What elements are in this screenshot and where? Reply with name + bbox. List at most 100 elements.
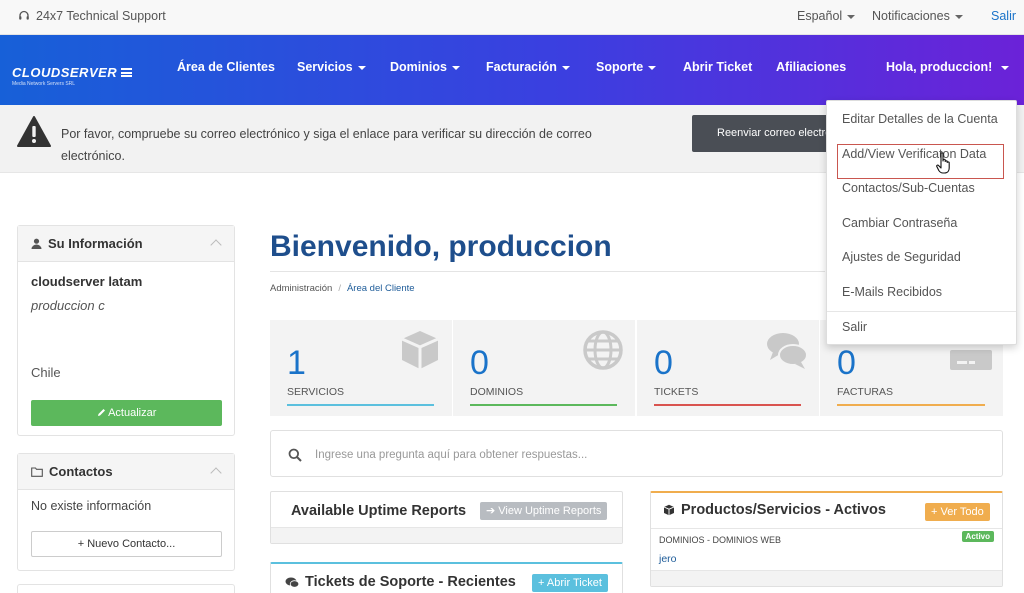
stat-value: 1: [287, 344, 306, 382]
breadcrumb-home[interactable]: Administración: [270, 283, 332, 294]
stat-domains[interactable]: 0 DOMINIOS: [453, 320, 635, 416]
chevron-down-icon: [1001, 65, 1010, 70]
card-divider: [651, 528, 1002, 529]
card-footer: [271, 527, 622, 543]
hand-pointer-icon: [936, 152, 950, 174]
stat-bar: [287, 404, 434, 406]
view-all-button[interactable]: + Ver Todo: [925, 503, 990, 521]
top-bar: 24x7 Technical Support Español Notificac…: [0, 0, 1024, 35]
nav-item-open-ticket[interactable]: Abrir Ticket: [683, 60, 752, 74]
search-icon: [288, 448, 302, 462]
chevron-up-icon[interactable]: [210, 467, 222, 479]
card-title: Tickets de Soporte - Recientes: [285, 574, 516, 590]
menu-item-edit-account[interactable]: Editar Detalles de la Cuenta: [842, 112, 998, 126]
sidebar-panel-3: [17, 584, 235, 593]
menu-item-change-password[interactable]: Cambiar Contraseña: [842, 216, 957, 230]
product-link[interactable]: jero: [659, 553, 677, 565]
menu-item-security-settings[interactable]: Ajustes de Seguridad: [842, 250, 961, 264]
pencil-icon: [97, 409, 105, 416]
stat-label: SERVICIOS: [287, 386, 344, 398]
contacts-panel: Contactos No existe información + Nuevo …: [17, 453, 235, 571]
open-ticket-button[interactable]: + Abrir Ticket: [532, 574, 608, 592]
plus-icon: +: [931, 506, 938, 518]
info-panel-header[interactable]: Su Información: [18, 226, 234, 262]
nav-item-billing[interactable]: Facturación: [486, 60, 570, 74]
arrow-right-icon: ➔: [486, 505, 496, 517]
active-products-card: Productos/Servicios - Activos + Ver Todo…: [650, 491, 1003, 587]
alert-message: Por favor, compruebe su correo electróni…: [61, 127, 592, 163]
stat-value: 0: [654, 344, 673, 382]
card-title: Available Uptime Reports: [291, 503, 467, 519]
chevron-down-icon: [954, 14, 963, 19]
company-name: cloudserver latam: [31, 274, 143, 289]
chevron-down-icon: [847, 14, 856, 19]
new-contact-button[interactable]: + Nuevo Contacto...: [31, 531, 222, 557]
language-dropdown[interactable]: Español: [797, 9, 856, 23]
breadcrumb-current: Área del Cliente: [346, 283, 415, 294]
folder-icon: [31, 466, 43, 477]
stat-label: TICKETS: [654, 386, 699, 398]
contact-name: produccion c: [31, 298, 105, 313]
stat-label: FACTURAS: [837, 386, 894, 398]
logout-link[interactable]: Salir: [991, 9, 1016, 23]
uptime-reports-card: Available Uptime Reports ➔ View Uptime R…: [270, 491, 623, 544]
stat-bar: [654, 404, 801, 406]
card-title: Productos/Servicios - Activos: [663, 502, 886, 518]
menu-item-logout[interactable]: Salir: [842, 320, 867, 334]
menu-item-emails[interactable]: E-Mails Recibidos: [842, 285, 942, 299]
headset-icon: [19, 10, 29, 20]
update-button[interactable]: Actualizar: [31, 400, 222, 426]
no-contacts-text: No existe información: [31, 499, 152, 513]
stat-tickets[interactable]: 0 TICKETS: [637, 320, 819, 416]
stat-value: 0: [470, 344, 489, 382]
nav-item-affiliates[interactable]: Afiliaciones: [776, 60, 846, 74]
nav-item-client-area[interactable]: Área de Clientes: [177, 60, 275, 74]
user-dropdown-menu: Editar Detalles de la Cuenta Add/View Ve…: [826, 100, 1017, 345]
brand-logo[interactable]: CLOUDSERVER Media Network Servers SRL: [12, 65, 133, 87]
notifications-dropdown[interactable]: Notificaciones: [872, 9, 963, 23]
menu-item-verification-data[interactable]: Add/View Verificaton Data: [842, 147, 986, 161]
menu-bars-icon: [121, 68, 133, 77]
contacts-panel-header[interactable]: Contactos: [18, 454, 234, 490]
recent-tickets-card: Tickets de Soporte - Recientes + Abrir T…: [270, 562, 623, 593]
view-uptime-reports-button[interactable]: ➔ View Uptime Reports: [480, 502, 608, 520]
stat-bar: [470, 404, 617, 406]
stat-services[interactable]: 1 SERVICIOS: [270, 320, 452, 416]
country: Chile: [31, 365, 61, 380]
chevron-down-icon: [357, 65, 366, 70]
user-menu[interactable]: Hola, produccion!: [886, 60, 1010, 74]
chevron-down-icon: [451, 65, 460, 70]
card-footer: [651, 570, 1002, 586]
knowledgebase-search[interactable]: Ingrese una pregunta aquí para obtener r…: [270, 430, 1003, 477]
comments-icon: [285, 577, 299, 588]
main-navbar: CLOUDSERVER Media Network Servers SRL Ár…: [0, 35, 1024, 105]
warning-icon: [17, 116, 51, 147]
page-title: Bienvenido, produccion: [270, 230, 612, 263]
globe-icon: [583, 330, 623, 370]
support-text: 24x7 Technical Support: [36, 9, 166, 23]
resend-email-button[interactable]: Reenviar correo electrónico: [692, 115, 842, 152]
menu-item-contacts[interactable]: Contactos/Sub-Cuentas: [842, 181, 975, 195]
search-placeholder: Ingrese una pregunta aquí para obtener r…: [315, 449, 588, 461]
nav-item-services[interactable]: Servicios: [297, 60, 366, 74]
chevron-down-icon: [561, 65, 570, 70]
info-panel: Su Información cloudserver latam producc…: [17, 225, 235, 436]
product-name: DOMINIOS - DOMINIOS WEB: [659, 535, 782, 545]
stat-label: DOMINIOS: [470, 386, 524, 398]
plus-icon: +: [538, 577, 545, 589]
user-icon: [31, 238, 42, 249]
support-info: 24x7 Technical Support: [18, 9, 166, 23]
cube-icon: [663, 504, 675, 516]
comments-icon: [767, 333, 808, 369]
nav-item-support[interactable]: Soporte: [596, 60, 657, 74]
cube-icon: [401, 331, 439, 369]
title-divider: [270, 271, 825, 272]
status-badge: Activo: [961, 531, 994, 542]
nav-item-domains[interactable]: Dominios: [390, 60, 460, 74]
chevron-down-icon: [648, 65, 657, 70]
stat-bar: [837, 404, 985, 406]
stat-value: 0: [837, 344, 856, 382]
breadcrumb: Administración / Área del Cliente: [270, 283, 415, 294]
menu-divider: [827, 311, 1016, 312]
chevron-up-icon[interactable]: [210, 239, 222, 251]
